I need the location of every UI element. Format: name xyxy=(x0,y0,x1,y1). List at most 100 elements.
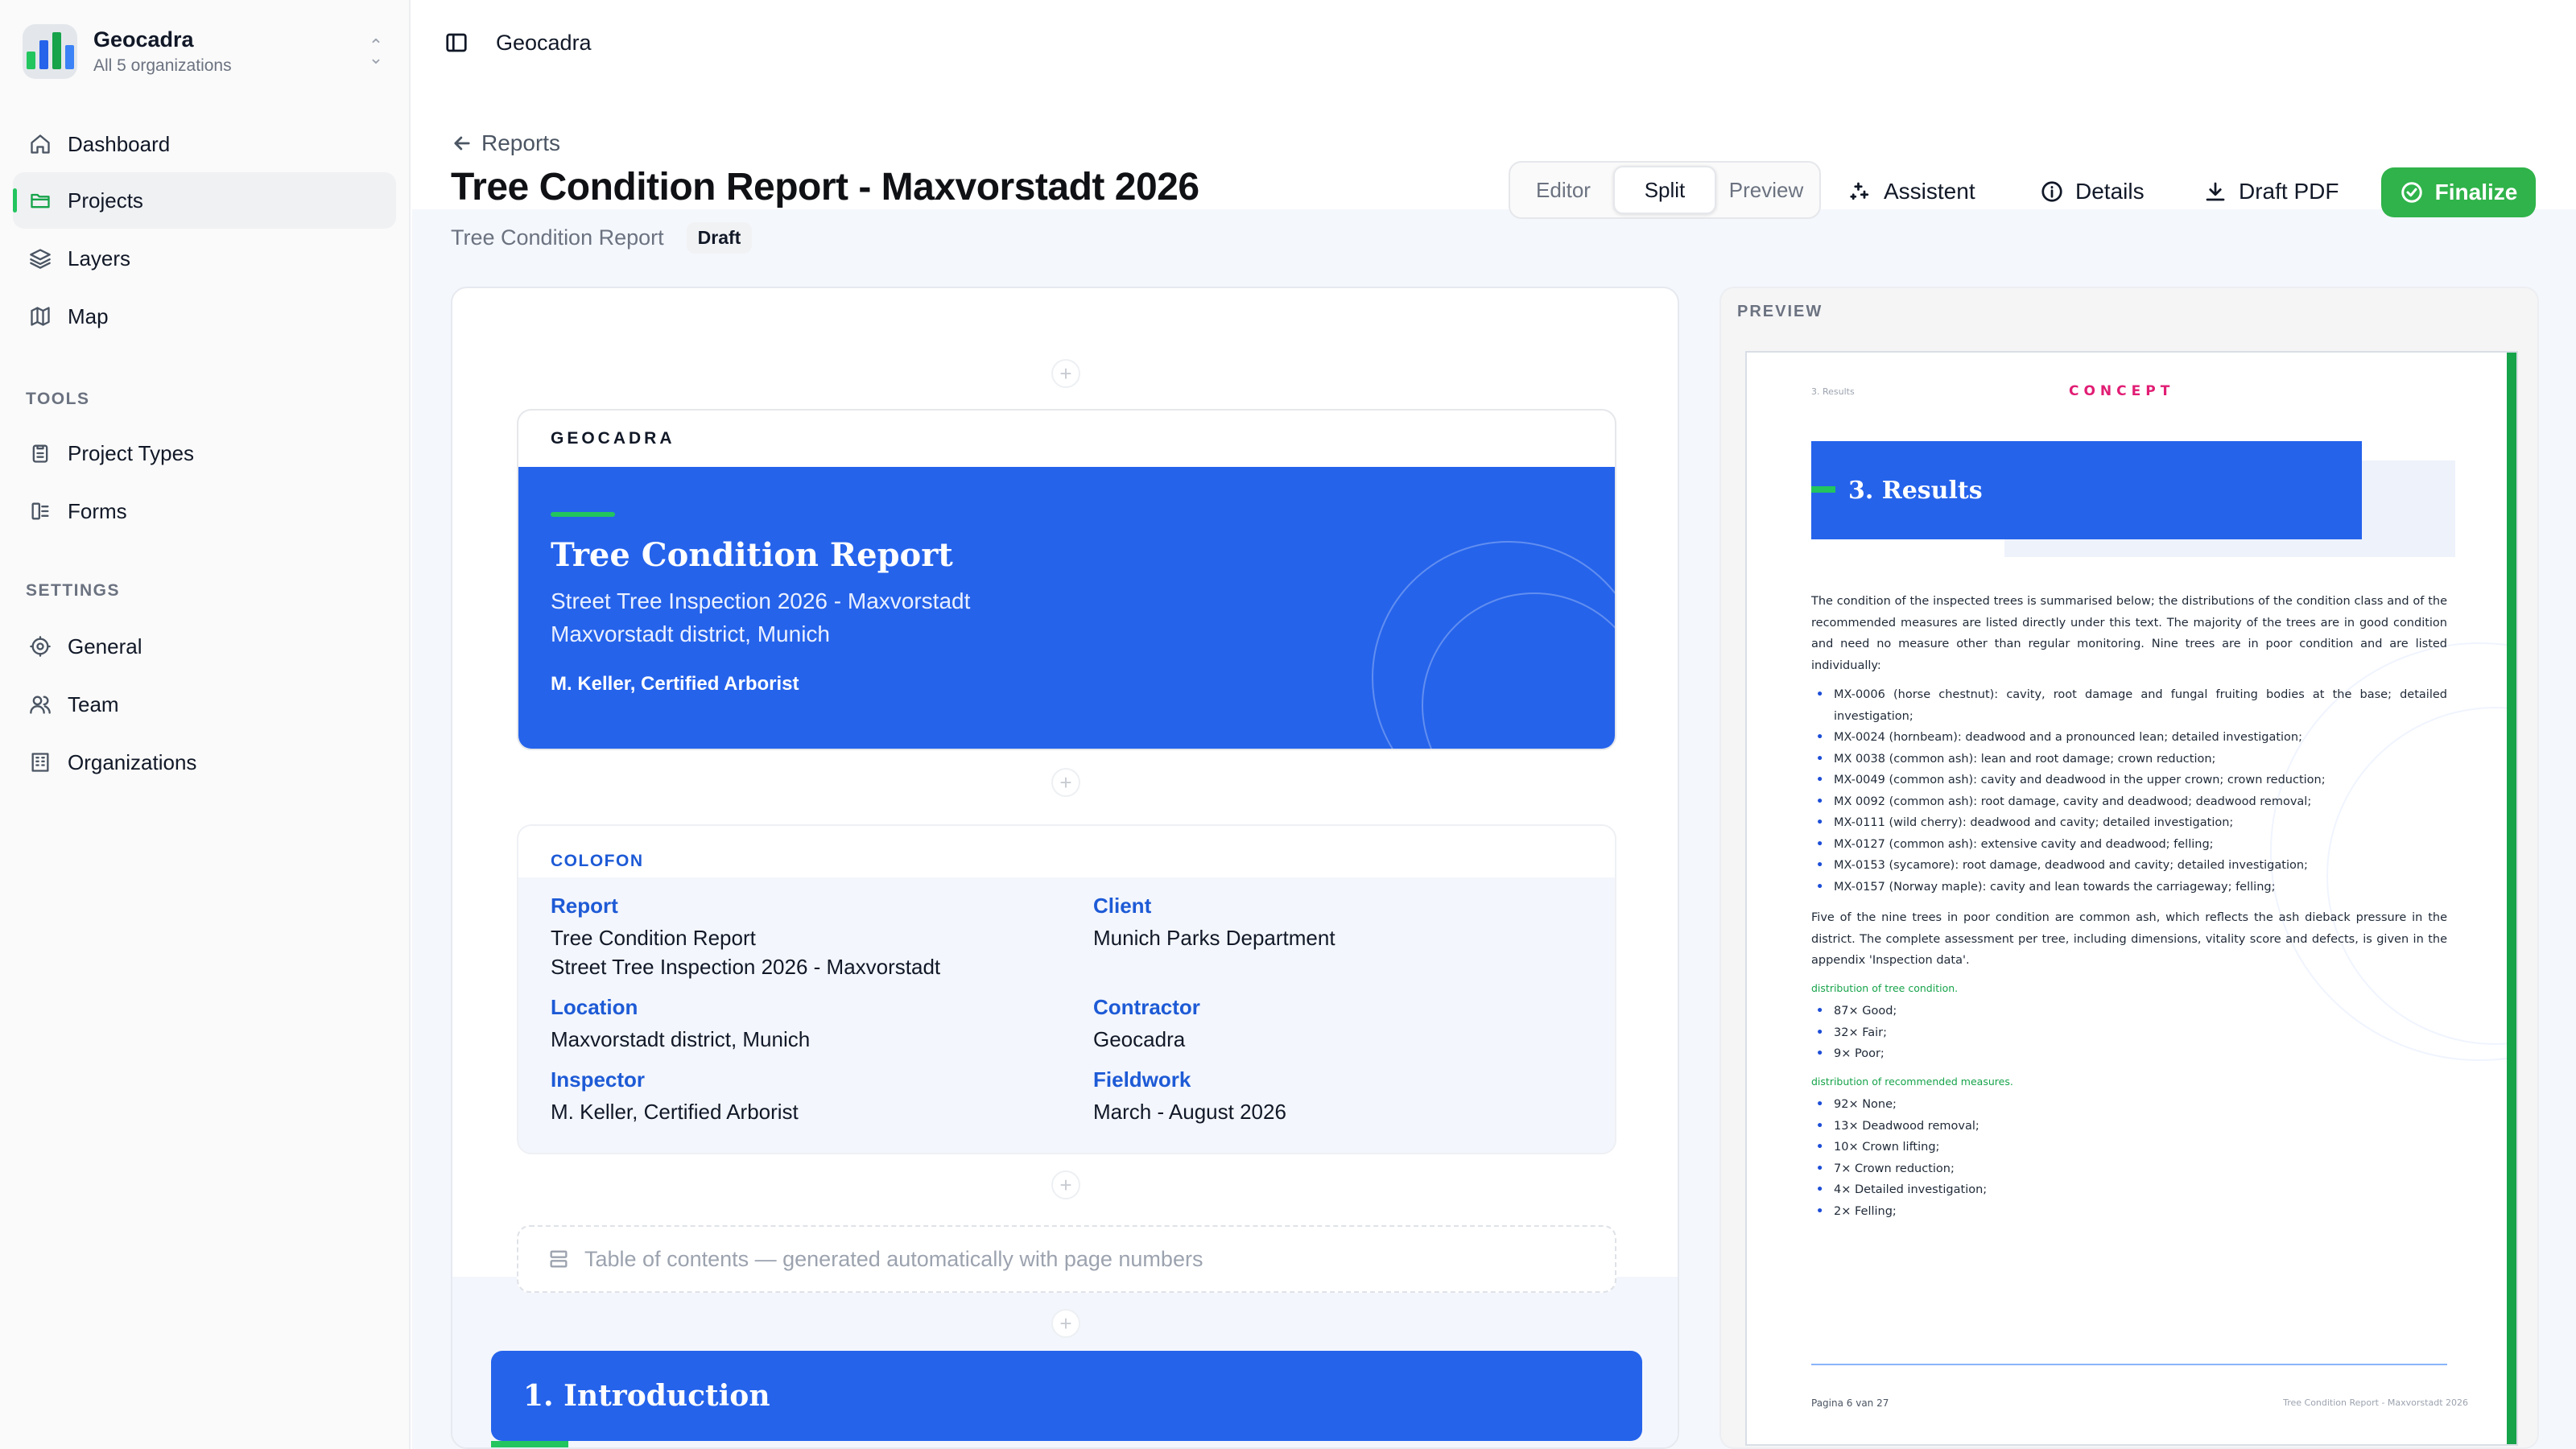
cover-block[interactable]: GEOCADRA Tree Condition Report Street Tr… xyxy=(517,409,1616,750)
nav-label: Forms xyxy=(68,498,127,523)
report-editor: + GEOCADRA Tree Condition Report Street … xyxy=(451,287,1679,1449)
list-item: MX-0127 (common ash): extensive cavity a… xyxy=(1811,834,2447,856)
colofon-client: Client Munich Parks Department xyxy=(1093,894,1335,952)
draft-pdf-button[interactable]: Draft PDF xyxy=(2203,167,2339,216)
list-item: MX-0153 (sycamore): root damage, deadwoo… xyxy=(1811,855,2447,877)
download-icon xyxy=(2206,182,2225,201)
results-accent-bar xyxy=(1811,486,1835,493)
org-logo xyxy=(23,24,77,79)
list-item: 10× Crown lifting; xyxy=(1811,1137,2447,1158)
nav-item-layers[interactable]: Layers xyxy=(13,230,396,287)
list-item: 13× Deadwood removal; xyxy=(1811,1116,2447,1137)
finalize-button[interactable]: Finalize xyxy=(2381,167,2536,217)
introduction-heading-block[interactable]: 1. Introduction xyxy=(491,1351,1642,1441)
org-subtitle: All 5 organizations xyxy=(93,56,232,75)
nav-label: Layers xyxy=(68,246,131,270)
check-circle-icon xyxy=(2401,182,2422,203)
assistant-label: Assistent xyxy=(1884,179,1975,204)
colofon-report: Report Tree Condition Report Street Tree … xyxy=(551,894,940,982)
form-icon xyxy=(27,498,53,524)
cover-brand: GEOCADRA xyxy=(551,429,675,448)
clipboard-icon xyxy=(27,440,53,466)
list-item: MX 0092 (common ash): root damage, cavit… xyxy=(1811,791,2447,813)
preview-label: PREVIEW xyxy=(1737,303,1823,320)
assistant-button[interactable]: Assistent xyxy=(1848,167,1975,216)
table-of-contents-block[interactable]: Table of contents — generated automatica… xyxy=(517,1225,1616,1293)
footer-title: Tree Condition Report - Maxvorstadt 2026 xyxy=(2283,1397,2468,1408)
condition-list: 87× Good; 32× Fair; 9× Poor; xyxy=(1811,1001,2447,1065)
tools-section-label: TOOLS xyxy=(26,390,90,408)
toc-placeholder: Table of contents — generated automatica… xyxy=(584,1246,1203,1271)
ash-note: Five of the nine trees in poor condition… xyxy=(1811,911,2447,967)
nav-item-general[interactable]: General xyxy=(13,618,396,675)
org-name: Geocadra xyxy=(93,27,194,52)
nav-item-organizations[interactable]: Organizations xyxy=(13,734,396,791)
folder-icon xyxy=(27,188,53,213)
list-item: MX-0049 (common ash): cavity and deadwoo… xyxy=(1811,770,2447,791)
add-block-button[interactable]: + xyxy=(1051,359,1080,388)
colofon-heading: COLOFON xyxy=(518,826,1615,877)
nav-label: Project Types xyxy=(68,440,195,465)
add-block-button[interactable]: + xyxy=(1051,1309,1080,1338)
list-item: 9× Poor; xyxy=(1811,1043,2447,1065)
info-icon xyxy=(2041,181,2062,202)
field-label: Contractor xyxy=(1093,995,1200,1019)
org-switcher[interactable]: Geocadra All 5 organizations ⌃ ⌄ xyxy=(23,21,388,82)
colofon-location: Location Maxvorstadt district, Munich xyxy=(551,995,810,1054)
details-label: Details xyxy=(2075,179,2145,204)
map-icon xyxy=(27,303,53,329)
details-button[interactable]: Details xyxy=(2040,167,2145,216)
colofon-contractor: Contractor Geocadra xyxy=(1093,995,1200,1054)
gear-icon xyxy=(27,634,53,659)
chevron-up-down-icon: ⌃ ⌄ xyxy=(368,35,384,68)
home-icon xyxy=(27,131,53,157)
field-value: Maxvorstadt district, Munich xyxy=(551,1027,811,1051)
field-value: Geocadra xyxy=(1093,1027,1186,1051)
results-intro: The condition of the inspected trees is … xyxy=(1811,595,2447,672)
colofon-block[interactable]: COLOFON Report Tree Condition Report Stre… xyxy=(517,824,1616,1154)
list-item: MX-0157 (Norway maple): cavity and lean … xyxy=(1811,877,2447,898)
field-label: Client xyxy=(1093,894,1152,918)
page-breadcrumb: 3. Results xyxy=(1811,386,1855,397)
preview-panel: PREVIEW 3. Results CONCEPT 3. Results Th… xyxy=(1719,287,2539,1449)
view-split-button[interactable]: Split xyxy=(1613,166,1716,214)
field-value: M. Keller, Certified Arborist xyxy=(551,1100,799,1124)
nav-item-dashboard[interactable]: Dashboard xyxy=(13,116,396,172)
topbar: Geocadra xyxy=(412,0,2576,89)
back-to-reports-link[interactable]: Reports xyxy=(451,130,560,156)
nav-item-forms[interactable]: Forms xyxy=(13,483,396,539)
page-number: Pagina 6 van 27 xyxy=(1811,1397,1889,1409)
building-icon xyxy=(27,749,53,775)
nav-item-map[interactable]: Map xyxy=(13,288,396,345)
nav-item-project-types[interactable]: Project Types xyxy=(13,425,396,481)
nav-label: Dashboard xyxy=(68,131,171,156)
nav-item-team[interactable]: Team xyxy=(13,676,396,733)
add-block-button[interactable]: + xyxy=(1051,1170,1080,1199)
report-type: Tree Condition Report xyxy=(451,225,664,250)
field-label: Location xyxy=(551,995,638,1019)
footer-rule xyxy=(1811,1364,2447,1365)
condition-heading: distribution of tree condition. xyxy=(1811,981,1959,994)
list-item: 7× Crown reduction; xyxy=(1811,1158,2447,1180)
page-edge-accent xyxy=(2507,353,2516,1444)
add-block-button[interactable]: + xyxy=(1051,768,1080,797)
intro-accent-bar xyxy=(491,1441,568,1447)
view-preview-button[interactable]: Preview xyxy=(1716,166,1816,214)
users-icon xyxy=(27,691,53,717)
nav-label: Map xyxy=(68,303,109,328)
sidebar-toggle-icon[interactable] xyxy=(444,31,469,55)
cover-banner: Tree Condition Report Street Tree Inspec… xyxy=(518,467,1615,749)
back-label: Reports xyxy=(481,130,561,155)
nav-label: Organizations xyxy=(68,749,197,774)
measures-list: 92× None; 13× Deadwood removal; 10× Crow… xyxy=(1811,1094,2447,1222)
finalize-label: Finalize xyxy=(2434,180,2518,204)
topbar-breadcrumb[interactable]: Geocadra xyxy=(496,31,592,56)
colofon-fieldwork: Fieldwork March - August 2026 xyxy=(1093,1067,1286,1126)
nav-label: Team xyxy=(68,691,119,716)
preview-page[interactable]: 3. Results CONCEPT 3. Results The condit… xyxy=(1745,351,2518,1446)
nav-item-projects[interactable]: Projects xyxy=(13,172,396,229)
field-value: Street Tree Inspection 2026 - Maxvorstad… xyxy=(551,955,941,980)
view-editor-button[interactable]: Editor xyxy=(1513,166,1613,214)
page-title: Tree Condition Report - Maxvorstadt 2026 xyxy=(451,166,1199,208)
stack-icon xyxy=(550,1250,568,1268)
